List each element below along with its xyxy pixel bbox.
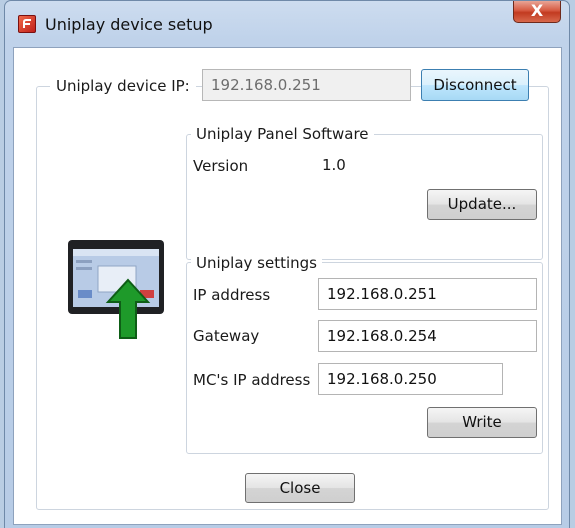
mc-ip-address-label: MC's IP address	[193, 371, 311, 389]
ip-address-input[interactable]: 192.168.0.251	[318, 278, 537, 310]
window-title: Uniplay device setup	[45, 15, 213, 34]
dialog-window: Uniplay device setup X Uniplay device IP…	[4, 0, 570, 528]
version-value: 1.0	[322, 156, 346, 174]
settings-group-title: Uniplay settings	[191, 254, 322, 272]
write-button[interactable]: Write	[427, 407, 537, 438]
gateway-label: Gateway	[193, 327, 260, 345]
mc-ip-address-input[interactable]: 192.168.0.250	[318, 363, 503, 395]
device-ip-field: 192.168.0.251	[202, 69, 411, 101]
title-bar[interactable]: Uniplay device setup X	[5, 1, 569, 47]
device-ip-label: Uniplay device IP:	[50, 77, 196, 95]
ip-address-label: IP address	[193, 286, 271, 304]
device-upload-icon	[68, 240, 164, 339]
disconnect-button[interactable]: Disconnect	[421, 69, 529, 101]
uniplay-app-icon	[18, 15, 36, 33]
version-label: Version	[193, 157, 249, 175]
close-icon: X	[530, 1, 544, 20]
window-close-button[interactable]: X	[513, 1, 561, 23]
dialog-content: Uniplay device IP: 192.168.0.251 Disconn…	[13, 47, 562, 525]
software-group-title: Uniplay Panel Software	[191, 125, 374, 143]
close-button[interactable]: Close	[245, 473, 355, 503]
update-button[interactable]: Update...	[427, 189, 537, 220]
gateway-input[interactable]: 192.168.0.254	[318, 320, 537, 352]
